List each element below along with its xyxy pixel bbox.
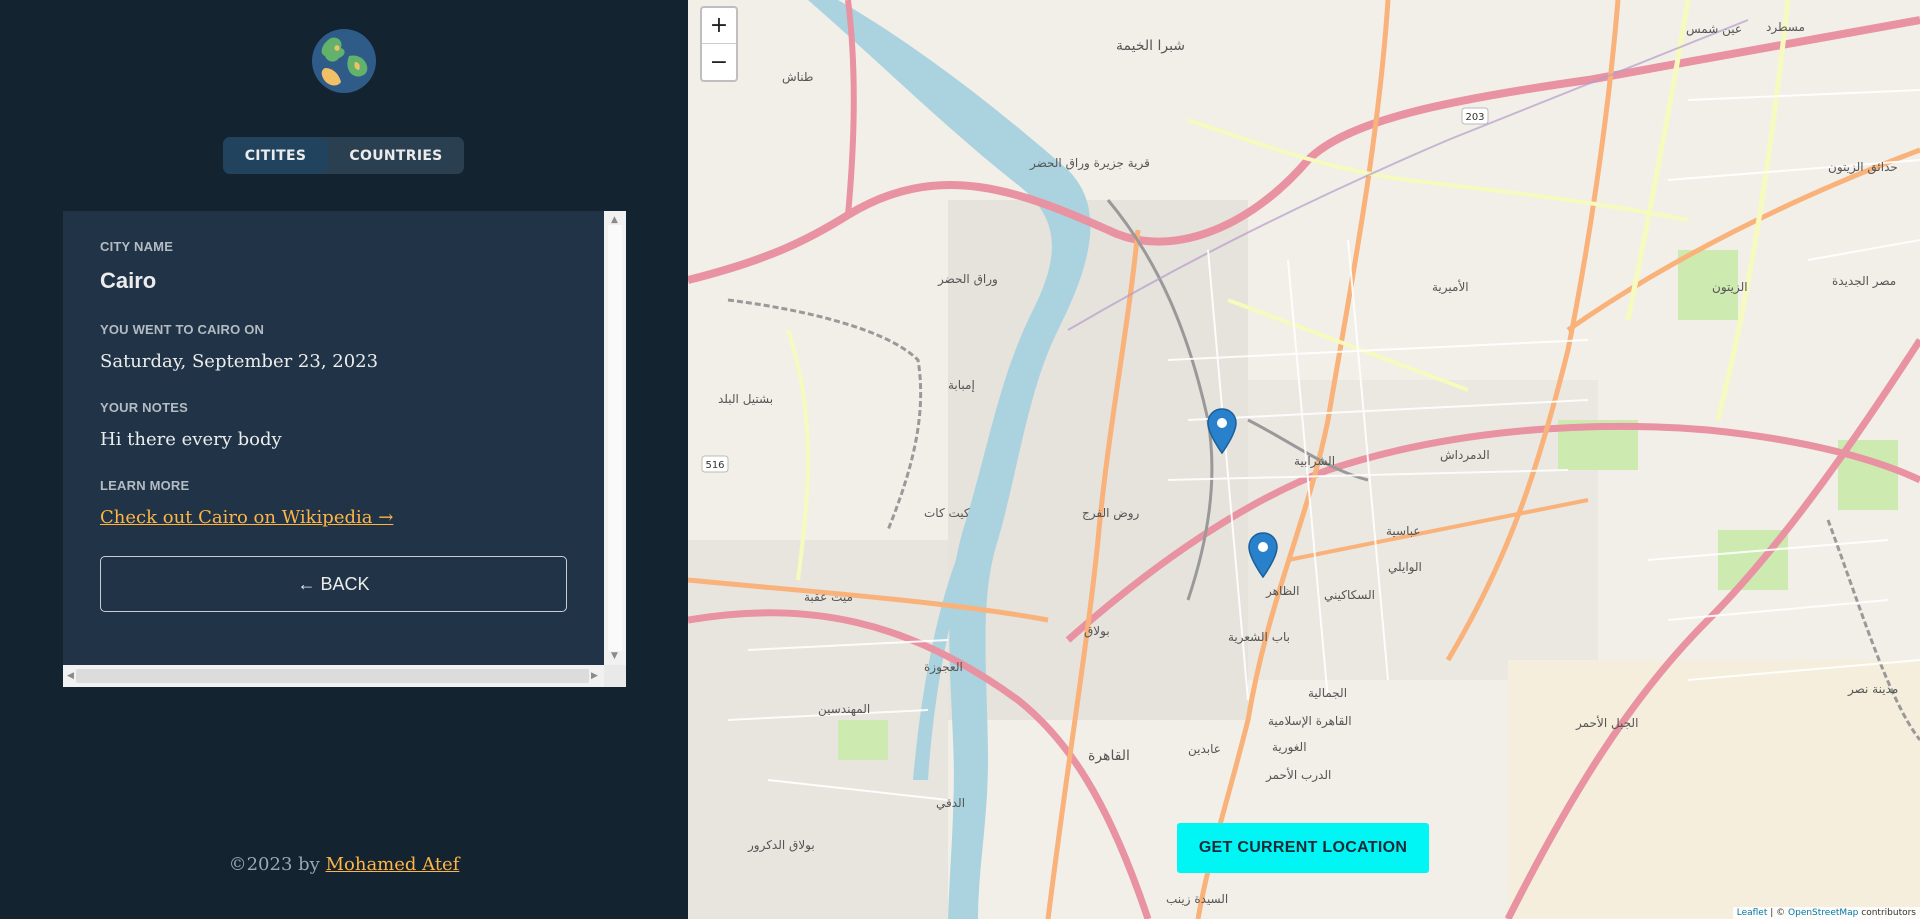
city-name-section: CITY NAME Cairo <box>100 239 567 294</box>
map-place-label: مدينة نصر <box>1848 682 1899 696</box>
map-place-label: الدرب الأحمر <box>1266 768 1332 782</box>
map-place-label: بولاق <box>1084 624 1110 638</box>
openstreetmap-link[interactable]: OpenStreetMap <box>1788 908 1858 918</box>
scroll-left-arrow-icon[interactable]: ◀ <box>67 671 74 681</box>
map-place-label: بشتيل البلد <box>718 392 774 406</box>
scroll-right-arrow-icon[interactable]: ▶ <box>591 671 598 681</box>
scroll-down-arrow-icon[interactable]: ▼ <box>611 651 618 661</box>
map-place-label: قرية جزيرة وراق الحضر <box>1030 156 1150 170</box>
map-place-label: الدقي <box>936 796 966 810</box>
visit-date-section: YOU WENT TO CAIRO ON Saturday, September… <box>100 322 567 372</box>
wikipedia-link[interactable]: Check out Cairo on Wikipedia → <box>100 507 393 528</box>
map-place-label: وراق الحضر <box>938 272 998 286</box>
map-place-label: المهندسين <box>818 702 871 716</box>
map-marker-icon[interactable] <box>1248 532 1278 578</box>
city-name-label: CITY NAME <box>100 239 174 254</box>
learn-more-section: LEARN MORE Check out Cairo on Wikipedia … <box>100 478 567 528</box>
city-details-content: CITY NAME Cairo YOU WENT TO CAIRO ON Sat… <box>63 211 604 665</box>
map-place-label: الدمرداش <box>1440 448 1490 462</box>
map-place-label: السيدة زينب <box>1166 892 1229 906</box>
horizontal-scrollbar[interactable]: ◀ ▶ <box>63 665 604 687</box>
attribution-suffix: contributors <box>1858 908 1916 918</box>
vertical-scroll-thumb[interactable] <box>608 225 622 651</box>
map-place-label: الغورية <box>1272 740 1307 754</box>
city-name: Cairo <box>100 268 157 293</box>
svg-text:516: 516 <box>705 460 724 471</box>
attribution-separator: | © <box>1767 908 1789 918</box>
horizontal-scroll-thumb[interactable] <box>76 669 589 683</box>
back-button[interactable]: ← BACK <box>100 556 567 612</box>
zoom-control: + − <box>700 6 738 82</box>
map-place-label: العجوزة <box>924 660 963 674</box>
map-place-label: مصر الجديدة <box>1832 274 1897 288</box>
visit-date: Saturday, September 23, 2023 <box>100 351 379 372</box>
map-place-label: الظاهر <box>1266 584 1300 598</box>
globe-logo-icon[interactable] <box>311 28 377 94</box>
map[interactable]: 516 203 شبرا الخيمة عين شمس الأميرية حدا… <box>688 0 1920 919</box>
map-place-label: الأميرية <box>1432 280 1469 294</box>
scroll-up-arrow-icon[interactable]: ▲ <box>611 215 618 225</box>
notes-label: YOUR NOTES <box>100 400 188 415</box>
author-link[interactable]: Mohamed Atef <box>326 854 460 875</box>
zoom-in-button[interactable]: + <box>702 8 736 44</box>
map-place-label: الزيتون <box>1712 280 1748 294</box>
visit-date-label: YOU WENT TO CAIRO ON <box>100 322 265 337</box>
map-place-label: القاهرة الإسلامية <box>1268 714 1352 728</box>
tab-countries[interactable]: COUNTRIES <box>328 137 464 174</box>
map-place-label: الشرابية <box>1294 454 1336 468</box>
footer-copyright: ©2023 by <box>228 854 320 875</box>
map-place-label: إمبابة <box>948 378 975 392</box>
notes-section: YOUR NOTES Hi there every body <box>100 400 567 450</box>
map-place-label: طناش <box>782 70 814 84</box>
svg-text:203: 203 <box>1465 112 1484 123</box>
map-place-label: ميت عقبة <box>804 590 853 604</box>
get-current-location-button[interactable]: GET CURRENT LOCATION <box>1177 823 1429 873</box>
zoom-out-button[interactable]: − <box>702 44 736 80</box>
tab-cities[interactable]: CITITES <box>223 137 328 174</box>
map-place-label: عباسية <box>1386 524 1421 538</box>
map-place-label: حدائق الزيتون <box>1828 160 1898 174</box>
leaflet-link[interactable]: Leaflet <box>1737 908 1768 918</box>
footer: ©2023 by Mohamed Atef <box>0 854 688 875</box>
map-marker-icon[interactable] <box>1207 408 1237 454</box>
map-place-label: الجمالية <box>1308 686 1348 700</box>
map-place-label: الجبل الأحمر <box>1576 716 1639 730</box>
city-details-panel: CITY NAME Cairo YOU WENT TO CAIRO ON Sat… <box>63 211 626 687</box>
vertical-scrollbar[interactable]: ▲ ▼ <box>604 211 626 665</box>
map-place-label: مسطرد <box>1766 20 1805 34</box>
map-place-label: القاهرة <box>1088 748 1130 764</box>
sidebar: CITITES COUNTRIES CITY NAME Cairo YOU WE… <box>0 0 688 919</box>
learn-more-label: LEARN MORE <box>100 478 190 493</box>
map-place-label: باب الشعرية <box>1228 630 1290 644</box>
map-attribution: Leaflet | © OpenStreetMap contributors <box>1732 907 1920 919</box>
map-place-label: عابدين <box>1188 742 1221 756</box>
map-place-label: بولاق الدكرور <box>748 838 815 852</box>
map-place-label: شبرا الخيمة <box>1116 38 1186 54</box>
map-place-label: عين شمس <box>1686 22 1743 36</box>
tab-bar: CITITES COUNTRIES <box>223 137 464 174</box>
map-place-label: روض الفرج <box>1082 506 1140 520</box>
notes-text: Hi there every body <box>100 429 282 450</box>
map-place-label: كيت كات <box>924 506 970 520</box>
map-place-label: السكاكيني <box>1324 588 1375 602</box>
map-place-label: الوايلي <box>1388 560 1422 574</box>
